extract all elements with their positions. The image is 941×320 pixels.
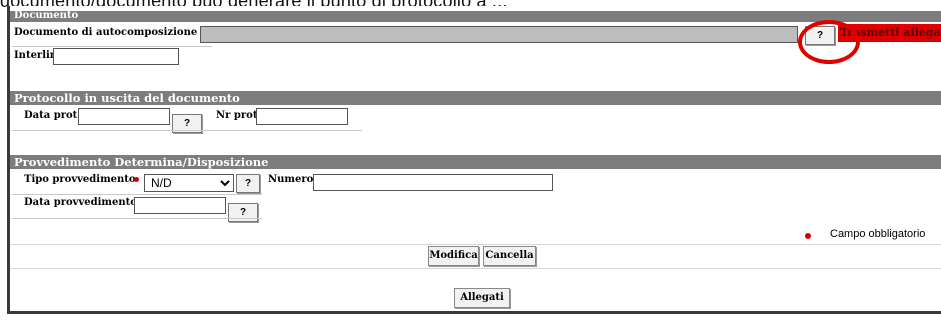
divider [10, 268, 941, 269]
divider [12, 218, 262, 219]
tipo-provvedimento-label: Tipo provvedimento [24, 174, 136, 185]
autocomp-label: Documento di autocomposizione [14, 27, 198, 38]
allegati-button[interactable]: Allegati [454, 288, 510, 308]
required-marker [134, 177, 139, 182]
legend-required-text: Campo obbligatorio [830, 228, 926, 240]
data-prot-field[interactable] [78, 108, 170, 125]
nr-prot-field[interactable] [256, 108, 348, 125]
divider [10, 244, 941, 245]
numero-label: Numero [268, 174, 314, 185]
nr-prot-label: Nr prot [216, 110, 258, 121]
section-protocollo-title: Protocollo in uscita del documento [10, 91, 941, 105]
section-documento-title: Documento [10, 11, 941, 22]
cancella-button[interactable]: Cancella [483, 246, 536, 266]
data-provvedimento-field[interactable] [134, 197, 226, 214]
interlinea-field[interactable] [53, 48, 179, 65]
data-provvedimento-label: Data provvedimento [24, 197, 137, 208]
tipo-provvedimento-select[interactable]: N/D [144, 174, 234, 192]
modifica-button[interactable]: Modifica [428, 246, 479, 266]
tipo-help-button[interactable]: ? [236, 174, 260, 193]
highlight-circle [798, 20, 860, 64]
section-provvedimento-title: Provvedimento Determina/Disposizione [10, 155, 941, 169]
legend-required-dot [805, 233, 811, 239]
numero-field[interactable] [313, 174, 553, 191]
divider [12, 130, 362, 131]
autocomp-field[interactable] [200, 26, 798, 43]
divider [12, 46, 212, 47]
data-prot-label: Data prot [24, 110, 78, 121]
tipo-provvedimento-select-wrap: N/D [144, 174, 234, 192]
data-provvedimento-help-button[interactable]: ? [228, 203, 258, 222]
